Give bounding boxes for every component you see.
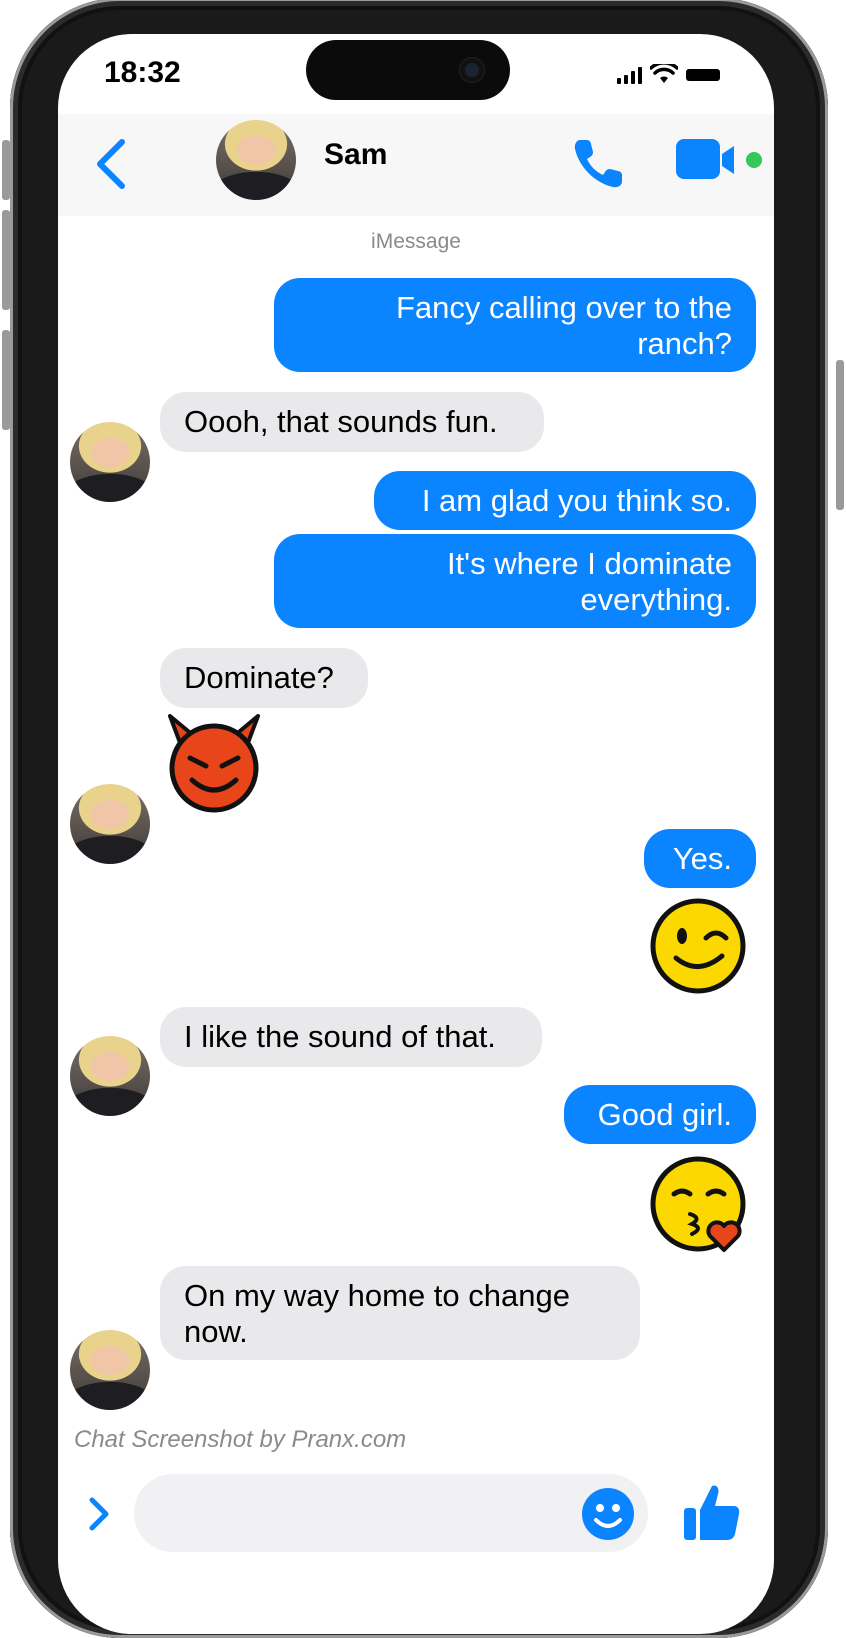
phone-side-button [2,330,10,430]
message-bubble-incoming[interactable]: I like the sound of that. [160,1007,542,1067]
phone-side-button [2,140,10,200]
message-bubble-outgoing[interactable]: Yes. [644,829,756,888]
smiling-devil-icon[interactable] [164,714,264,814]
back-button[interactable] [92,136,132,192]
smiley-icon [582,1488,634,1540]
message-input[interactable] [134,1474,648,1552]
chevron-right-icon [89,1497,109,1531]
message-bubble-incoming[interactable]: On my way home to change now. [160,1266,640,1360]
video-camera-icon [676,139,762,179]
phone-icon [574,140,622,188]
service-label: iMessage [371,230,461,253]
winking-face-icon[interactable] [648,896,748,996]
contact-avatar[interactable] [70,1330,150,1410]
contact-avatar[interactable] [70,1036,150,1116]
camera-lens-icon [460,58,484,82]
message-bubble-outgoing[interactable]: Good girl. [564,1085,756,1144]
wifi-icon [650,64,678,83]
contact-name[interactable]: Sam [324,138,387,172]
online-status-dot [746,152,762,168]
status-icons [617,64,720,84]
video-call-button[interactable] [674,136,770,186]
phone-side-button [836,360,844,510]
chevron-left-icon [97,139,125,189]
message-bubble-incoming[interactable]: Dominate? [160,648,368,708]
contact-avatar[interactable] [70,422,150,502]
conversation-header: Sam [58,114,774,216]
phone-screen: 18:32 Sam iMessage Fancy calling over to… [58,34,774,1634]
message-bubble-outgoing[interactable]: Fancy calling over to the ranch? [274,278,756,372]
message-bubble-outgoing[interactable]: I am glad you think so. [374,471,756,530]
contact-avatar[interactable] [70,784,150,864]
phone-side-button [2,210,10,310]
watermark-text: Chat Screenshot by Pranx.com [74,1426,407,1453]
dynamic-island [306,40,510,100]
like-button[interactable] [680,1480,744,1544]
message-bubble-incoming[interactable]: Oooh, that sounds fun. [160,392,544,452]
audio-call-button[interactable] [568,134,628,194]
message-bubble-outgoing[interactable]: It's where I dominate everything. [274,534,756,628]
thumbs-up-icon [684,1485,740,1540]
status-time: 18:32 [104,56,181,89]
emoji-button[interactable] [580,1486,636,1542]
cellular-signal-icon [617,66,642,84]
expand-apps-button[interactable] [84,1494,114,1534]
kissing-face-heart-icon[interactable] [648,1154,748,1254]
battery-icon [686,69,720,81]
contact-avatar[interactable] [216,120,296,200]
